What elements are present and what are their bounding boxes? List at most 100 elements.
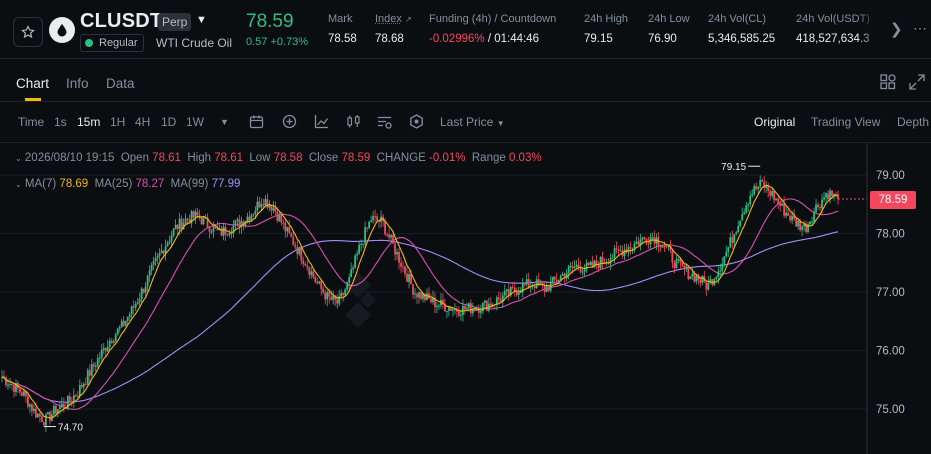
candle-body bbox=[681, 262, 684, 266]
candle-body bbox=[773, 191, 776, 201]
candle-body bbox=[23, 391, 25, 396]
candle-body bbox=[35, 408, 37, 418]
candle-body bbox=[260, 204, 263, 208]
collapse-legend-icon[interactable]: ⌄ bbox=[15, 154, 22, 163]
ma7-label: MA(7) bbox=[24, 178, 57, 190]
price-type-label: Last Price bbox=[440, 115, 494, 129]
candle-body bbox=[821, 199, 823, 209]
price-type-select[interactable]: Last Price ▼ bbox=[440, 115, 505, 129]
last-price: 78.59 bbox=[246, 11, 294, 32]
candle-body bbox=[659, 245, 662, 248]
candle-body bbox=[246, 216, 249, 221]
candle-body bbox=[332, 295, 335, 300]
candle-body bbox=[13, 384, 15, 392]
caret-down-icon[interactable]: ▼ bbox=[196, 14, 207, 26]
candle-body bbox=[635, 241, 638, 244]
candle-body bbox=[72, 395, 75, 402]
candle-body bbox=[615, 248, 618, 250]
interval-1h[interactable]: 1H bbox=[110, 115, 125, 129]
interval-15m[interactable]: 15m bbox=[77, 115, 100, 129]
grid-layout-icon[interactable] bbox=[880, 74, 896, 90]
candle-body bbox=[150, 264, 153, 271]
stat-value: -0.02996% / 01:44:46 bbox=[429, 33, 556, 45]
candle-body bbox=[539, 283, 542, 285]
interval-1w[interactable]: 1W bbox=[186, 115, 204, 129]
stat-label: Mark bbox=[328, 13, 353, 25]
candle-body bbox=[829, 190, 831, 200]
view-original[interactable]: Original bbox=[754, 115, 795, 129]
collapse-ma-icon[interactable]: ⌄ bbox=[15, 180, 22, 189]
candle-body bbox=[48, 411, 51, 421]
candle-body bbox=[581, 271, 584, 273]
candle-body bbox=[685, 266, 688, 270]
symbol-name[interactable]: CLUSDT bbox=[80, 10, 162, 33]
stat-value: 78.68 bbox=[375, 33, 404, 45]
candle-body bbox=[116, 328, 119, 335]
candle-body bbox=[126, 317, 129, 321]
chart-tabs: Chart Info Data bbox=[0, 58, 931, 102]
legend-range-label: Range bbox=[471, 152, 506, 164]
chevron-right-icon[interactable]: ❯ bbox=[890, 20, 903, 38]
tab-chart[interactable]: Chart bbox=[16, 76, 49, 91]
favorite-button[interactable] bbox=[13, 17, 43, 47]
candle-body bbox=[280, 215, 283, 223]
candle-body bbox=[689, 276, 692, 279]
candle-body bbox=[286, 227, 289, 232]
candle-body bbox=[791, 215, 794, 221]
tab-info[interactable]: Info bbox=[66, 76, 89, 91]
line-chart-icon[interactable] bbox=[314, 114, 329, 129]
candle-body bbox=[555, 279, 558, 282]
candle-body bbox=[715, 277, 718, 279]
candle-body bbox=[460, 314, 462, 316]
candle-body bbox=[7, 384, 9, 386]
candle-body bbox=[372, 216, 375, 221]
view-trading-view[interactable]: Trading View bbox=[811, 115, 880, 129]
more-icon[interactable]: ⋯ bbox=[913, 20, 928, 37]
status-badge-label: Regular bbox=[99, 37, 138, 49]
expand-icon[interactable] bbox=[909, 74, 925, 90]
interval-dropdown-icon[interactable]: ▼ bbox=[220, 117, 229, 127]
candle-body bbox=[735, 232, 738, 235]
interval-1d[interactable]: 1D bbox=[161, 115, 176, 129]
stat-index: Index ↗ 78.68 bbox=[375, 13, 412, 45]
candle-body bbox=[134, 303, 137, 308]
candle-body bbox=[801, 226, 803, 230]
screenshot-icon[interactable] bbox=[409, 114, 424, 129]
candle-body bbox=[789, 215, 792, 221]
candle-body bbox=[84, 383, 87, 385]
candle-body bbox=[781, 203, 784, 206]
stat-label[interactable]: Index bbox=[375, 13, 402, 25]
ma25-label: MA(25) bbox=[94, 178, 133, 190]
calendar-icon[interactable] bbox=[249, 114, 264, 129]
candle-body bbox=[795, 218, 798, 227]
candle-body bbox=[346, 282, 349, 290]
candle-body bbox=[302, 260, 305, 264]
candle-body bbox=[110, 340, 113, 343]
y-tick-label: 78.00 bbox=[876, 229, 905, 241]
candlestick-icon[interactable] bbox=[346, 114, 361, 129]
candle-body bbox=[312, 271, 315, 278]
candle-body bbox=[120, 320, 123, 328]
candle-body bbox=[412, 284, 414, 295]
candle-body bbox=[677, 258, 680, 260]
external-link-icon[interactable]: ↗ bbox=[405, 15, 412, 24]
candle-body bbox=[146, 275, 149, 287]
candle-body bbox=[31, 404, 33, 412]
candle-body bbox=[114, 334, 117, 342]
candle-body bbox=[571, 266, 574, 268]
add-indicator-icon[interactable] bbox=[282, 114, 297, 129]
candle-body bbox=[290, 232, 293, 238]
candle-body bbox=[62, 403, 65, 408]
candle-body bbox=[402, 266, 404, 268]
interval-1s[interactable]: 1s bbox=[54, 115, 67, 129]
interval-4h[interactable]: 4H bbox=[135, 115, 150, 129]
candle-body bbox=[9, 384, 11, 386]
settings-sliders-icon[interactable] bbox=[377, 114, 392, 129]
view-depth[interactable]: Depth bbox=[897, 115, 929, 129]
tab-data[interactable]: Data bbox=[106, 76, 135, 91]
candle-body bbox=[483, 300, 486, 303]
candle-body bbox=[294, 245, 297, 248]
candle-body bbox=[90, 364, 93, 376]
candle-body bbox=[438, 305, 440, 307]
candle-body bbox=[797, 220, 799, 227]
